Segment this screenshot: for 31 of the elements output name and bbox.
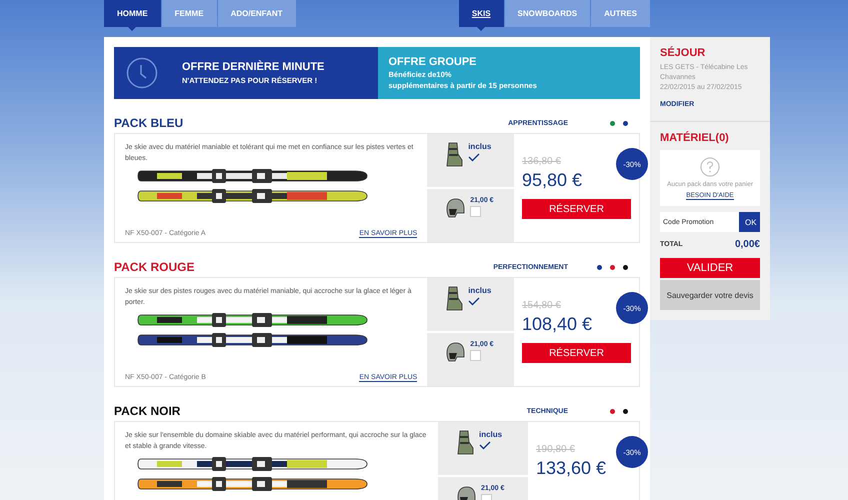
checkmark-icon[interactable] bbox=[468, 297, 480, 306]
pack-title: PACK ROUGE bbox=[114, 260, 196, 274]
stay-title: SÉJOUR bbox=[660, 47, 706, 59]
reserve-button[interactable]: RÉSERVER bbox=[522, 343, 631, 363]
ski-boot-icon bbox=[445, 286, 464, 312]
validate-button[interactable]: VALIDER bbox=[660, 258, 760, 278]
price: 133,60 € bbox=[536, 458, 608, 479]
clock-icon bbox=[126, 57, 158, 89]
offer-title: OFFRE GROUPE bbox=[388, 56, 477, 68]
ski-boot-icon bbox=[456, 430, 474, 456]
option-checkbox[interactable] bbox=[470, 350, 482, 361]
helmet-icon bbox=[445, 341, 466, 363]
checkmark-icon[interactable] bbox=[479, 441, 491, 450]
total-value: 0,00€ bbox=[734, 239, 760, 250]
offer-title: OFFRE DERNIÈRE MINUTE bbox=[182, 61, 324, 73]
helmet-icon bbox=[445, 197, 466, 219]
price: 108,40 € bbox=[522, 314, 594, 335]
option-price: inclus bbox=[468, 286, 492, 295]
ski-boot-icon bbox=[445, 142, 464, 168]
option-price: inclus bbox=[479, 430, 502, 439]
price: 95,80 € bbox=[522, 170, 584, 191]
save-quote-button[interactable]: Sauvegarder votre devis bbox=[660, 280, 760, 310]
option-checkbox[interactable] bbox=[470, 206, 482, 217]
pack-title: PACK BLEU bbox=[114, 116, 184, 130]
pack-title: PACK NOIR bbox=[114, 404, 182, 418]
option-price: inclus bbox=[468, 142, 492, 151]
cart-title: MATÉRIEL(0) bbox=[660, 132, 730, 144]
checkmark-icon[interactable] bbox=[468, 153, 480, 162]
ok-button[interactable]: OK bbox=[739, 212, 760, 232]
question-icon bbox=[700, 157, 720, 177]
reserve-button[interactable]: RÉSERVER bbox=[522, 199, 631, 219]
